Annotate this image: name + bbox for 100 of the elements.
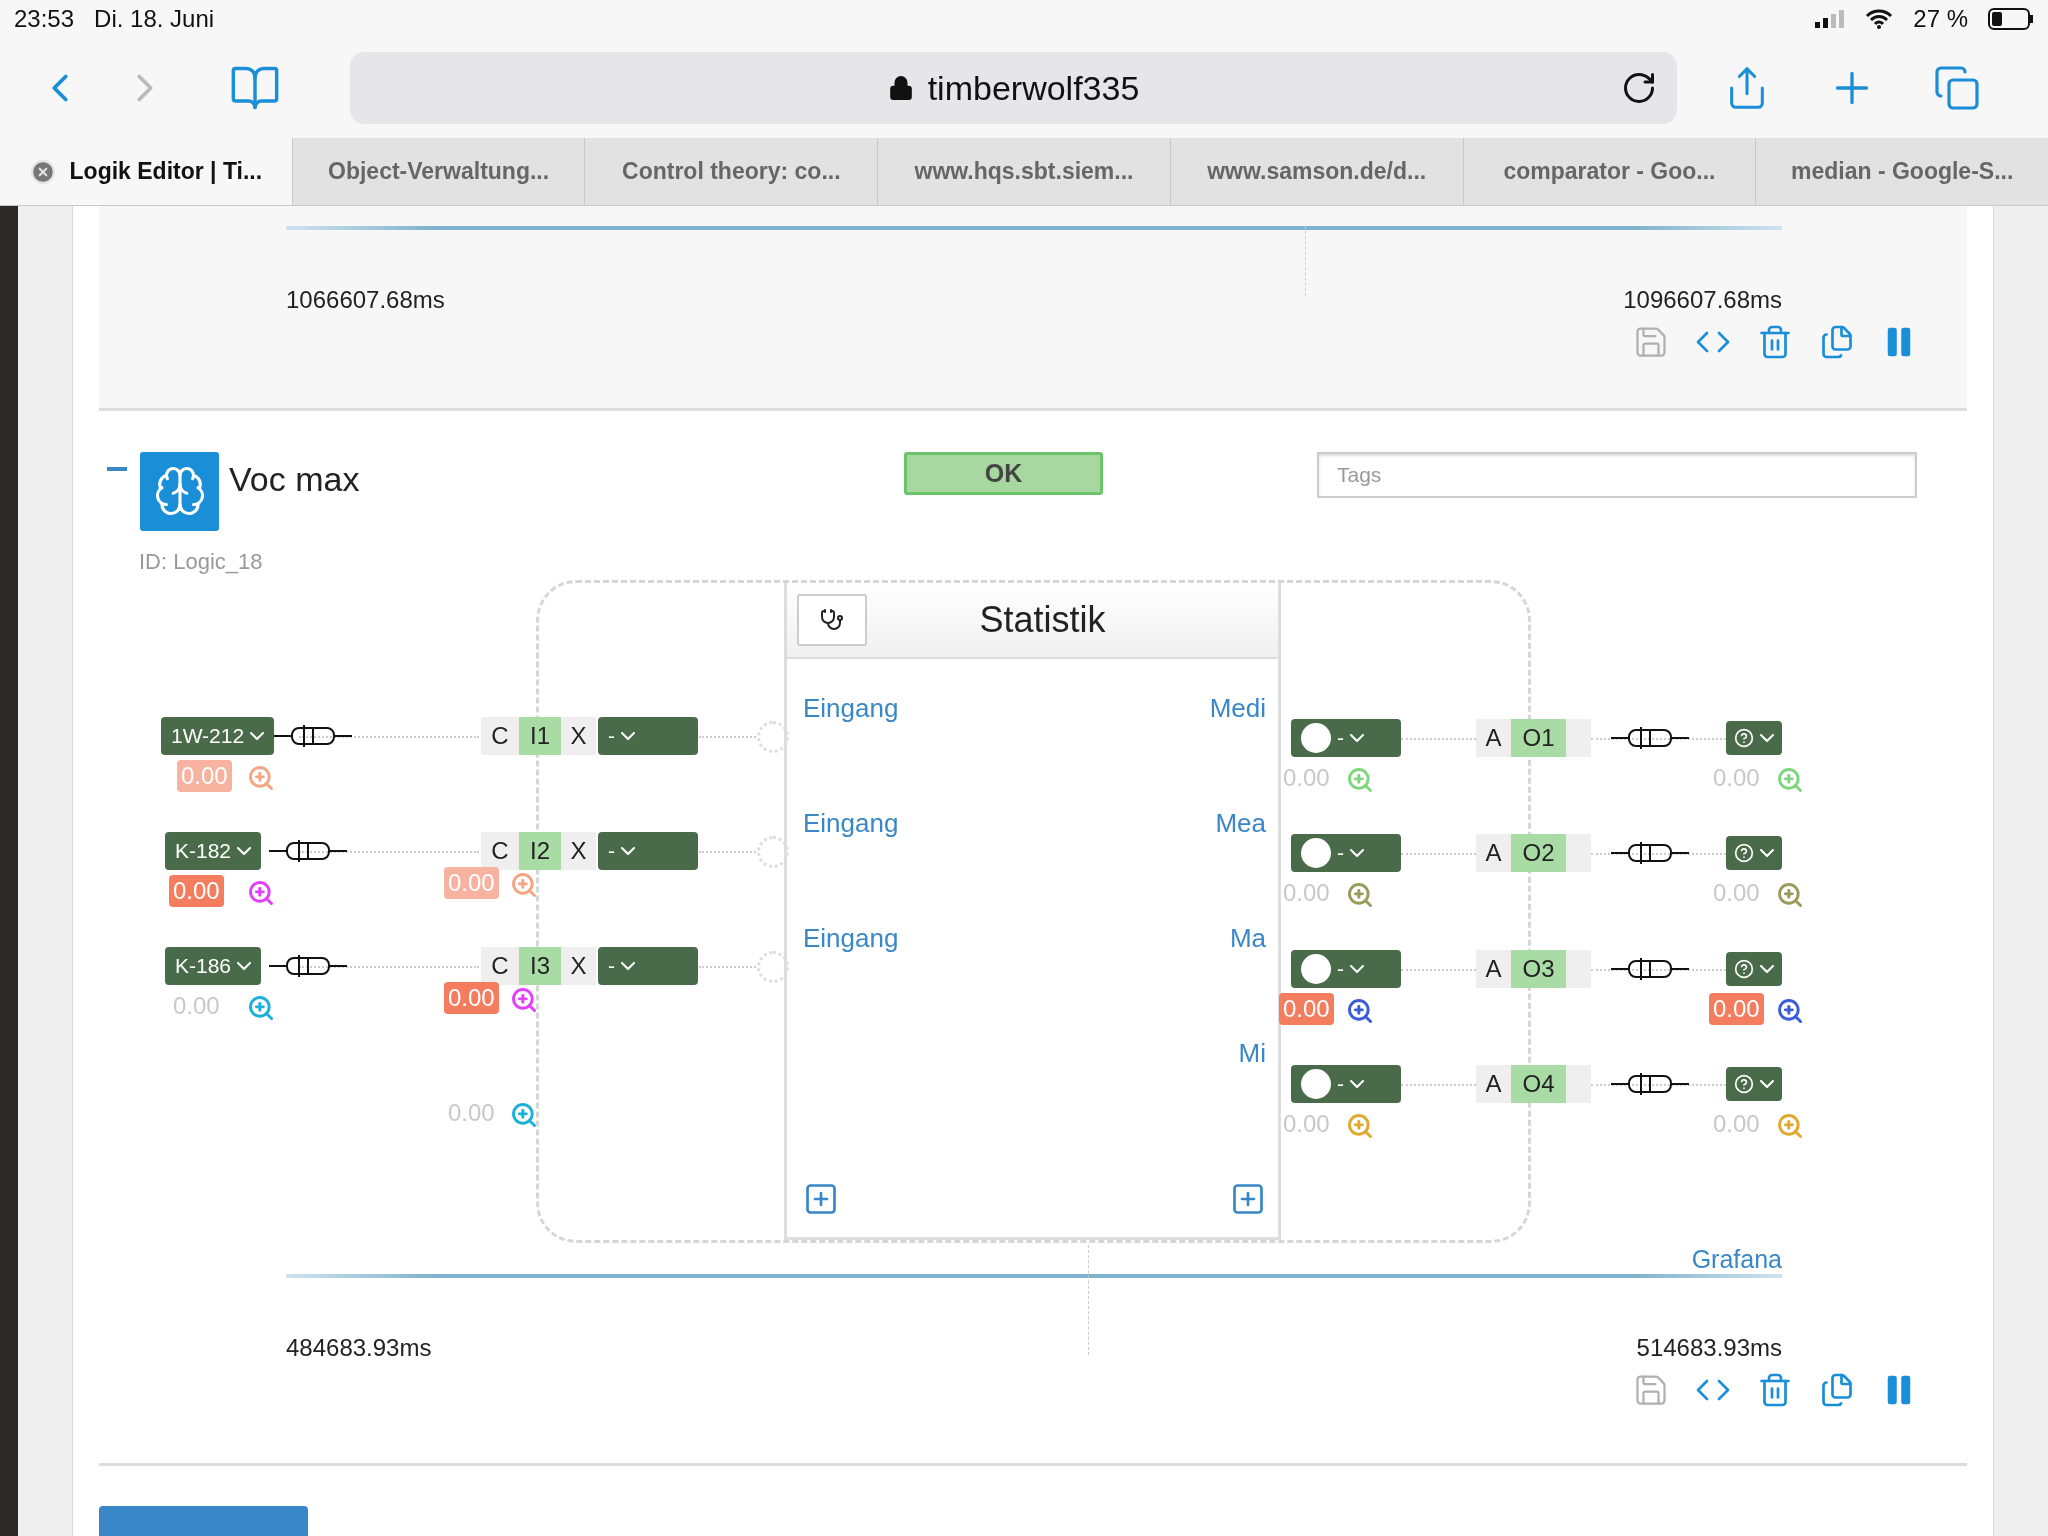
- copy-icon[interactable]: [1819, 324, 1855, 360]
- target-dropdown[interactable]: [1726, 1066, 1782, 1101]
- save-icon[interactable]: [1633, 324, 1669, 360]
- connector-icon: [1611, 956, 1689, 981]
- help-icon: [1734, 727, 1754, 748]
- chevron-icon: [237, 846, 252, 855]
- block-id: ID: Logic_18: [139, 548, 264, 575]
- browser-tab[interactable]: median - Google-S...: [1755, 138, 2048, 205]
- knob-icon: [1301, 953, 1331, 984]
- copy-icon[interactable]: [1819, 1371, 1855, 1408]
- port-dropdown[interactable]: -: [598, 831, 698, 870]
- chevron-icon: [1760, 733, 1774, 742]
- battery-icon: [1988, 8, 2034, 30]
- chevron-icon: [1350, 733, 1364, 742]
- input-label: Eingang: [803, 807, 899, 840]
- output-dropdown[interactable]: -: [1291, 949, 1401, 988]
- browser-tab[interactable]: Object-Verwaltung...: [291, 138, 585, 205]
- trash-icon[interactable]: [1757, 1371, 1793, 1408]
- port-label: O2: [1511, 833, 1566, 872]
- output-dropdown[interactable]: -: [1291, 833, 1401, 872]
- port-dropdown[interactable]: -: [598, 716, 698, 755]
- value-readout: 0.00: [444, 981, 499, 1014]
- stethoscope-button[interactable]: [797, 593, 867, 646]
- tab-title: www.hqs.sbt.siem...: [914, 158, 1134, 185]
- connector-icon: [1611, 1071, 1689, 1096]
- port-suffix: X: [561, 946, 596, 985]
- value-readout: 0.00: [177, 759, 232, 792]
- address-bar[interactable]: timberwolf335: [350, 52, 1677, 124]
- connector-icon: [274, 723, 352, 748]
- browser-tab[interactable]: Control theory: co...: [584, 138, 878, 205]
- chevron-icon: [1350, 964, 1364, 973]
- port-suffix: X: [561, 716, 596, 755]
- tags-field[interactable]: Tags: [1317, 451, 1917, 498]
- zoom-in-icon[interactable]: [1776, 880, 1804, 909]
- connector-icon: [1611, 840, 1689, 865]
- zoom-in-icon[interactable]: [247, 878, 275, 907]
- help-icon: [1734, 1073, 1754, 1094]
- zoom-in-icon[interactable]: [247, 993, 275, 1022]
- wifi-icon: [1865, 9, 1894, 29]
- timeline-end: 1096607.68ms: [1623, 286, 1782, 314]
- url-text: timberwolf335: [927, 68, 1140, 108]
- chevron-icon: [1760, 964, 1774, 973]
- grafana-link[interactable]: Grafana: [1691, 1244, 1782, 1274]
- port-prefix: C: [481, 831, 519, 870]
- target-dropdown[interactable]: [1726, 720, 1782, 755]
- tab-title: comparator - Goo...: [1503, 158, 1716, 185]
- status-button[interactable]: OK: [904, 451, 1103, 495]
- browser-tab[interactable]: www.samson.de/d...: [1169, 138, 1463, 205]
- output-dropdown[interactable]: -: [1291, 718, 1401, 757]
- output-label: Mea: [1215, 807, 1266, 840]
- source-dropdown[interactable]: K-182: [165, 831, 262, 870]
- input-label: Eingang: [803, 922, 899, 955]
- port-prefix: A: [1476, 1064, 1511, 1103]
- source-dropdown[interactable]: K-186: [165, 946, 262, 985]
- zoom-in-icon[interactable]: [510, 985, 538, 1014]
- port-end: [1566, 949, 1591, 988]
- value-readout: 0.00: [169, 874, 224, 907]
- output-label: Mi: [1238, 1037, 1266, 1070]
- port-prefix: A: [1476, 833, 1511, 872]
- port-prefix: C: [481, 716, 519, 755]
- browser-tab[interactable]: Logik Editor | Ti...: [0, 138, 292, 205]
- value-readout: 0.00: [1279, 992, 1334, 1025]
- collapse-icon[interactable]: [107, 466, 127, 471]
- close-icon[interactable]: [29, 158, 56, 185]
- port-suffix: X: [561, 831, 596, 870]
- connector-icon: [1611, 725, 1689, 750]
- browser-tab[interactable]: comparator - Goo...: [1462, 138, 1756, 205]
- port-prefix: A: [1476, 718, 1511, 757]
- source-dropdown[interactable]: 1W-212: [161, 716, 275, 755]
- chevron-icon: [621, 731, 635, 740]
- port-label: O4: [1511, 1064, 1566, 1103]
- lock-icon: [887, 75, 914, 101]
- tabs-icon[interactable]: [1933, 64, 1981, 112]
- timeline-start: 1066607.68ms: [286, 286, 445, 314]
- input-label: Eingang: [803, 692, 899, 725]
- tab-title: Object-Verwaltung...: [328, 158, 550, 185]
- chevron-icon: [250, 731, 265, 740]
- status-time: 23:53: [14, 5, 75, 33]
- chevron-icon: [621, 961, 635, 970]
- port-prefix: A: [1476, 949, 1511, 988]
- tab-title: median - Google-S...: [1791, 158, 2014, 185]
- browser-tab[interactable]: www.hqs.sbt.siem...: [877, 138, 1170, 205]
- port-prefix: C: [481, 946, 519, 985]
- tab-title: www.samson.de/d...: [1207, 158, 1427, 185]
- chevron-icon: [1760, 848, 1774, 857]
- module-title: Statistik: [978, 598, 1107, 641]
- reload-icon[interactable]: [1621, 70, 1657, 106]
- battery-percent: 27 %: [1913, 5, 1968, 33]
- zoom-in-icon[interactable]: [510, 1100, 538, 1129]
- zoom-in-icon[interactable]: [1346, 880, 1374, 909]
- trash-icon[interactable]: [1757, 324, 1793, 360]
- target-dropdown[interactable]: [1726, 835, 1782, 870]
- port-dropdown[interactable]: -: [598, 946, 698, 985]
- zoom-in-icon[interactable]: [1776, 996, 1804, 1025]
- output-dropdown[interactable]: -: [1291, 1064, 1401, 1103]
- connector-icon: [269, 838, 347, 863]
- help-icon: [1734, 958, 1754, 979]
- tab-title: Control theory: co...: [622, 158, 841, 185]
- target-dropdown[interactable]: [1726, 951, 1782, 986]
- zoom-in-icon[interactable]: [1346, 996, 1374, 1025]
